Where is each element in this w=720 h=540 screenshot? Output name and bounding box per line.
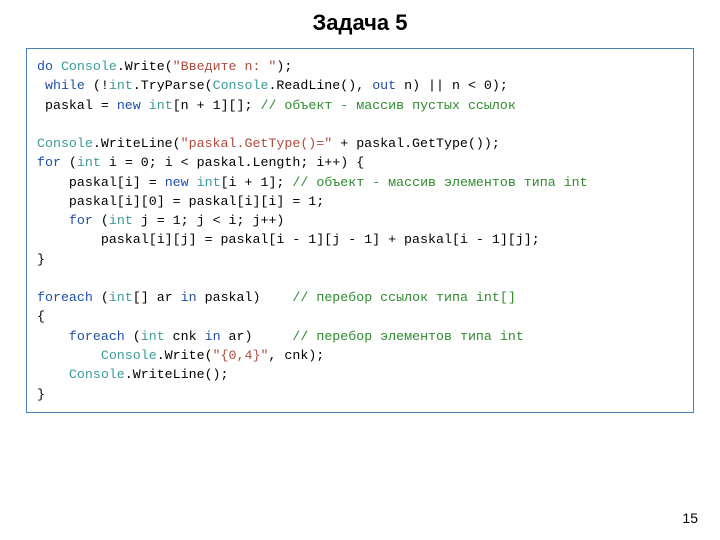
code-text: paskal[i][0] = paskal[i][i] = 1; [69, 194, 324, 209]
code-text: paskal[i][j] = paskal[i - 1][j - 1] + pa… [101, 232, 540, 247]
code-text: + paskal.GetType()); [332, 136, 500, 151]
code-text: paskal = [45, 98, 117, 113]
code-text: [n + 1][]; [173, 98, 261, 113]
comment: // объект - массив элементов типа int [292, 175, 587, 190]
code-text: .WriteLine(); [125, 367, 229, 382]
kw-foreach: foreach [37, 290, 93, 305]
code-text: } [37, 387, 45, 402]
code-text: ( [61, 155, 77, 170]
code-text: paskal[i] = [69, 175, 165, 190]
kw-for: for [69, 213, 93, 228]
code-text: ar) [221, 329, 293, 344]
str: "Введите n: " [173, 59, 277, 74]
code-text: .TryParse( [133, 78, 213, 93]
typ-console: Console [61, 59, 117, 74]
typ-int: int [109, 290, 133, 305]
code-text [141, 98, 149, 113]
typ-console: Console [69, 367, 125, 382]
str: "{0,4}" [213, 348, 269, 363]
kw-in: in [181, 290, 197, 305]
kw-do: do [37, 59, 53, 74]
code-text [189, 175, 197, 190]
typ-console: Console [101, 348, 157, 363]
typ-int: int [197, 175, 221, 190]
code-text: cnk [165, 329, 205, 344]
kw-while: while [45, 78, 85, 93]
pad [37, 367, 69, 382]
pad [37, 232, 101, 247]
slide-title: Задача 5 [0, 0, 720, 48]
typ-console: Console [213, 78, 269, 93]
code-text: [] ar [133, 290, 181, 305]
pad [37, 78, 45, 93]
pad [37, 194, 69, 209]
code-text: .Write( [157, 348, 213, 363]
pad [37, 329, 69, 344]
comment: // перебор элементов типа int [292, 329, 523, 344]
comment: // перебор ссылок типа int[] [292, 290, 515, 305]
page-number: 15 [682, 510, 698, 526]
code-text: ( [93, 213, 109, 228]
code-text: ( [125, 329, 141, 344]
typ-int: int [77, 155, 101, 170]
pad [37, 98, 45, 113]
kw-in: in [205, 329, 221, 344]
code-text: .Write( [117, 59, 173, 74]
code-text: j = 1; j < i; j++) [133, 213, 285, 228]
code-text: ( [93, 290, 109, 305]
code-text: { [37, 309, 45, 324]
typ-console: Console [37, 136, 93, 151]
kw-new: new [165, 175, 189, 190]
kw-for: for [37, 155, 61, 170]
code-block: do Console.Write("Введите n: "); while (… [26, 48, 694, 413]
code-text: i = 0; i < paskal.Length; i++) { [101, 155, 364, 170]
code-text: , cnk); [268, 348, 324, 363]
typ-int: int [149, 98, 173, 113]
typ-int: int [141, 329, 165, 344]
str: "paskal.GetType()=" [181, 136, 333, 151]
comment: // объект - массив пустых ссылок [260, 98, 515, 113]
code-text: paskal) [197, 290, 293, 305]
kw-new: new [117, 98, 141, 113]
code-text: .ReadLine(), [268, 78, 372, 93]
kw-out: out [372, 78, 396, 93]
code-text: } [37, 252, 45, 267]
typ-int: int [109, 78, 133, 93]
pad [37, 348, 101, 363]
kw-foreach: foreach [69, 329, 125, 344]
code-text: .WriteLine( [93, 136, 181, 151]
typ-int: int [109, 213, 133, 228]
code-text: ); [276, 59, 292, 74]
pad [37, 213, 69, 228]
code-text: (! [85, 78, 109, 93]
code-text: n) || n < 0); [396, 78, 508, 93]
pad [37, 175, 69, 190]
code-text: [i + 1]; [221, 175, 293, 190]
